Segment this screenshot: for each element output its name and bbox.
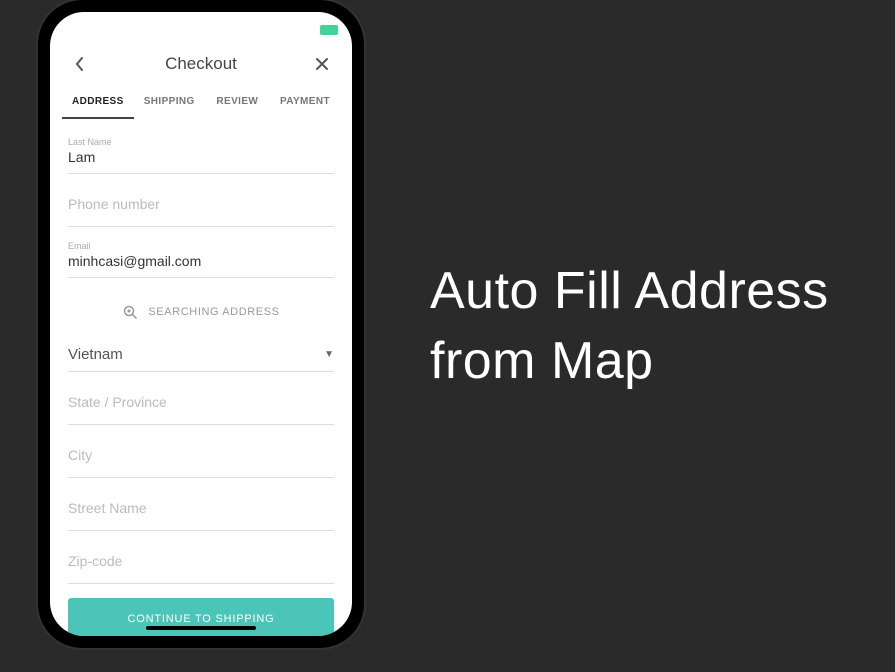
close-button[interactable]	[310, 52, 334, 76]
battery-icon	[320, 25, 338, 35]
street-placeholder: Street Name	[68, 496, 334, 520]
continue-button[interactable]: CONTINUE TO SHIPPING	[68, 598, 334, 636]
tabs: ADDRESS SHIPPING REVIEW PAYMENT	[50, 82, 352, 119]
hero-line-2: from Map	[430, 326, 829, 396]
searching-label: SEARCHING ADDRESS	[148, 306, 279, 318]
tab-shipping[interactable]: SHIPPING	[134, 90, 205, 119]
phone-field[interactable]: Phone number	[68, 180, 334, 227]
close-icon	[315, 57, 329, 71]
search-location-icon	[122, 304, 138, 320]
status-bar	[50, 12, 352, 42]
lastname-field[interactable]: Last Name Lam	[68, 129, 334, 174]
chevron-left-icon	[74, 56, 86, 72]
form-content: Last Name Lam Phone number Email minhcas…	[50, 119, 352, 636]
phone-placeholder: Phone number	[68, 192, 334, 216]
email-value: minhcasi@gmail.com	[68, 253, 334, 271]
lastname-value: Lam	[68, 149, 334, 167]
zip-placeholder: Zip-code	[68, 549, 334, 573]
zip-field[interactable]: Zip-code	[68, 537, 334, 584]
phone-frame: Checkout ADDRESS SHIPPING REVIEW PAYMENT…	[38, 0, 364, 648]
state-placeholder: State / Province	[68, 390, 334, 414]
country-dropdown[interactable]: Vietnam ▼	[68, 336, 334, 372]
street-field[interactable]: Street Name	[68, 484, 334, 531]
hero-line-1: Auto Fill Address	[430, 256, 829, 326]
tab-review[interactable]: REVIEW	[205, 90, 270, 119]
page-title: Checkout	[165, 54, 237, 74]
tab-address[interactable]: ADDRESS	[62, 90, 134, 119]
email-label: Email	[68, 241, 334, 251]
city-placeholder: City	[68, 443, 334, 467]
email-field[interactable]: Email minhcasi@gmail.com	[68, 233, 334, 278]
chevron-down-icon: ▼	[324, 349, 334, 360]
tab-payment[interactable]: PAYMENT	[270, 90, 340, 119]
phone-screen: Checkout ADDRESS SHIPPING REVIEW PAYMENT…	[50, 12, 352, 636]
country-value: Vietnam	[68, 346, 123, 363]
home-indicator[interactable]	[146, 626, 256, 630]
hero-text: Auto Fill Address from Map	[430, 256, 829, 396]
back-button[interactable]	[68, 52, 92, 76]
state-field[interactable]: State / Province	[68, 378, 334, 425]
header: Checkout	[50, 42, 352, 82]
lastname-label: Last Name	[68, 137, 334, 147]
searching-address-button[interactable]: SEARCHING ADDRESS	[68, 284, 334, 336]
city-field[interactable]: City	[68, 431, 334, 478]
